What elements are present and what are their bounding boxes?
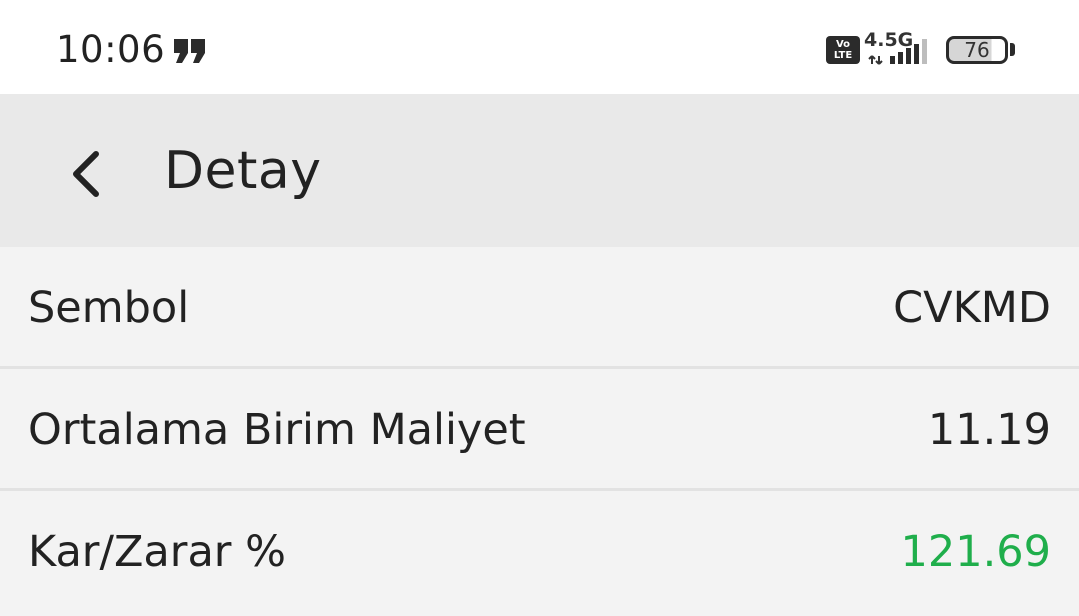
detail-row-profit-loss: Kar/Zarar % 121.69: [0, 491, 1079, 613]
back-button[interactable]: [52, 134, 122, 214]
quote-notification-icon: [172, 37, 208, 65]
volte-label: Vo LTE: [833, 39, 853, 61]
status-time: 10:06: [56, 28, 166, 71]
row-value-profit: 121.69: [900, 527, 1051, 577]
battery-tip: [1010, 43, 1015, 56]
row-label: Sembol: [28, 283, 190, 333]
row-label: Ortalama Birim Maliyet: [28, 405, 526, 455]
detail-row-average-cost: Ortalama Birim Maliyet 11.19: [0, 369, 1079, 491]
chevron-left-icon: [73, 151, 99, 197]
signal-bars-icon: [868, 36, 936, 66]
battery-level: 76: [964, 38, 990, 62]
page-title: Detay: [164, 141, 322, 201]
row-value: CVKMD: [893, 283, 1051, 333]
row-value: 11.19: [927, 405, 1051, 455]
row-label: Kar/Zarar %: [28, 527, 286, 577]
battery-icon: 76: [946, 36, 1008, 64]
volte-icon: Vo LTE: [826, 36, 860, 64]
status-bar: 10:06 Vo LTE 4.5G 76: [0, 0, 1079, 94]
app-bar: Detay: [0, 94, 1079, 247]
detail-row-symbol: Sembol CVKMD: [0, 247, 1079, 369]
detail-list: Sembol CVKMD Ortalama Birim Maliyet 11.1…: [0, 247, 1079, 613]
